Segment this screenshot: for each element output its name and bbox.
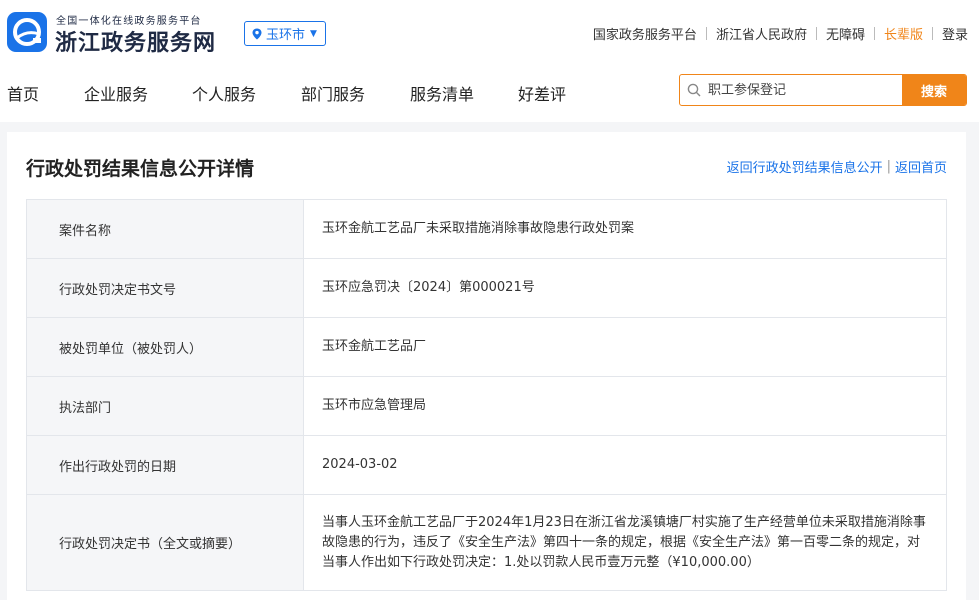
field-value: 2024-03-02 xyxy=(322,457,398,472)
search-icon xyxy=(680,75,708,105)
page-title: 行政处罚结果信息公开详情 xyxy=(26,158,255,180)
search-input[interactable] xyxy=(708,75,902,105)
table-row: 行政处罚决定书（全文或摘要） 当事人玉环金航工艺品厂于2024年1月23日在浙江… xyxy=(27,495,946,591)
link-login[interactable]: 登录 xyxy=(942,24,968,43)
link-national-platform[interactable]: 国家政务服务平台 xyxy=(593,24,697,43)
search-button[interactable]: 搜索 xyxy=(902,75,966,105)
table-row: 被处罚单位（被处罚人） 玉环金航工艺品厂 xyxy=(27,318,946,377)
link-accessibility[interactable]: 无障碍 xyxy=(826,24,865,43)
field-value: 玉环金航工艺品厂未采取措施消除事故隐患行政处罚案 xyxy=(322,221,635,236)
divider xyxy=(931,27,933,40)
top-links: 国家政务服务平台 浙江省人民政府 无障碍 长辈版 登录 xyxy=(593,24,968,43)
search-box: 搜索 xyxy=(679,74,967,106)
divider: | xyxy=(886,159,891,174)
city-selector[interactable]: 玉环市 ▼ xyxy=(244,21,326,46)
field-value: 玉环应急罚决〔2024〕第000021号 xyxy=(322,280,535,295)
field-label: 行政处罚决定书文号 xyxy=(27,259,304,317)
table-row: 案件名称 玉环金航工艺品厂未采取措施消除事故隐患行政处罚案 xyxy=(27,200,946,259)
table-row: 执法部门 玉环市应急管理局 xyxy=(27,377,946,436)
location-pin-icon xyxy=(251,28,263,40)
field-value: 玉环金航工艺品厂 xyxy=(322,339,427,354)
divider xyxy=(705,27,707,40)
field-label: 行政处罚决定书（全文或摘要） xyxy=(27,495,304,590)
field-value: 玉环市应急管理局 xyxy=(322,398,427,413)
field-label: 执法部门 xyxy=(27,377,304,435)
nav-item-enterprise[interactable]: 企业服务 xyxy=(84,81,148,105)
city-name: 玉环市 xyxy=(266,28,306,43)
divider xyxy=(873,27,875,40)
back-links: 返回行政处罚结果信息公开 | 返回首页 xyxy=(727,157,947,176)
detail-table: 案件名称 玉环金航工艺品厂未采取措施消除事故隐患行政处罚案 行政处罚决定书文号 … xyxy=(26,199,947,591)
field-value: 当事人玉环金航工艺品厂于2024年1月23日在浙江省龙溪镇塘厂村实施了生产经营单… xyxy=(322,514,926,570)
nav-item-home[interactable]: 首页 xyxy=(7,81,39,105)
link-elder-mode[interactable]: 长辈版 xyxy=(884,24,923,43)
nav-item-department[interactable]: 部门服务 xyxy=(301,81,365,105)
top-header: 全国一体化在线政务服务平台 浙江政务服务网 玉环市 ▼ 国家政务服务平台 浙江省… xyxy=(0,0,979,66)
nav-item-evaluation[interactable]: 好差评 xyxy=(518,81,566,105)
table-row: 作出行政处罚的日期 2024-03-02 xyxy=(27,436,946,495)
detail-panel: 行政处罚结果信息公开详情 返回行政处罚结果信息公开 | 返回首页 案件名称 玉环… xyxy=(7,132,966,600)
back-to-list-link[interactable]: 返回行政处罚结果信息公开 xyxy=(727,157,883,176)
field-label: 被处罚单位（被处罚人） xyxy=(27,318,304,376)
divider xyxy=(815,27,817,40)
field-label: 案件名称 xyxy=(27,200,304,258)
nav-item-service-list[interactable]: 服务清单 xyxy=(410,81,474,105)
nav-item-personal[interactable]: 个人服务 xyxy=(192,81,256,105)
field-label: 作出行政处罚的日期 xyxy=(27,436,304,494)
chevron-down-icon: ▼ xyxy=(310,28,317,39)
site-logo-icon[interactable] xyxy=(7,12,47,52)
link-zhejiang-government[interactable]: 浙江省人民政府 xyxy=(716,24,807,43)
table-row: 行政处罚决定书文号 玉环应急罚决〔2024〕第000021号 xyxy=(27,259,946,318)
logo-title[interactable]: 浙江政务服务网 xyxy=(55,25,216,57)
back-to-home-link[interactable]: 返回首页 xyxy=(895,157,947,176)
